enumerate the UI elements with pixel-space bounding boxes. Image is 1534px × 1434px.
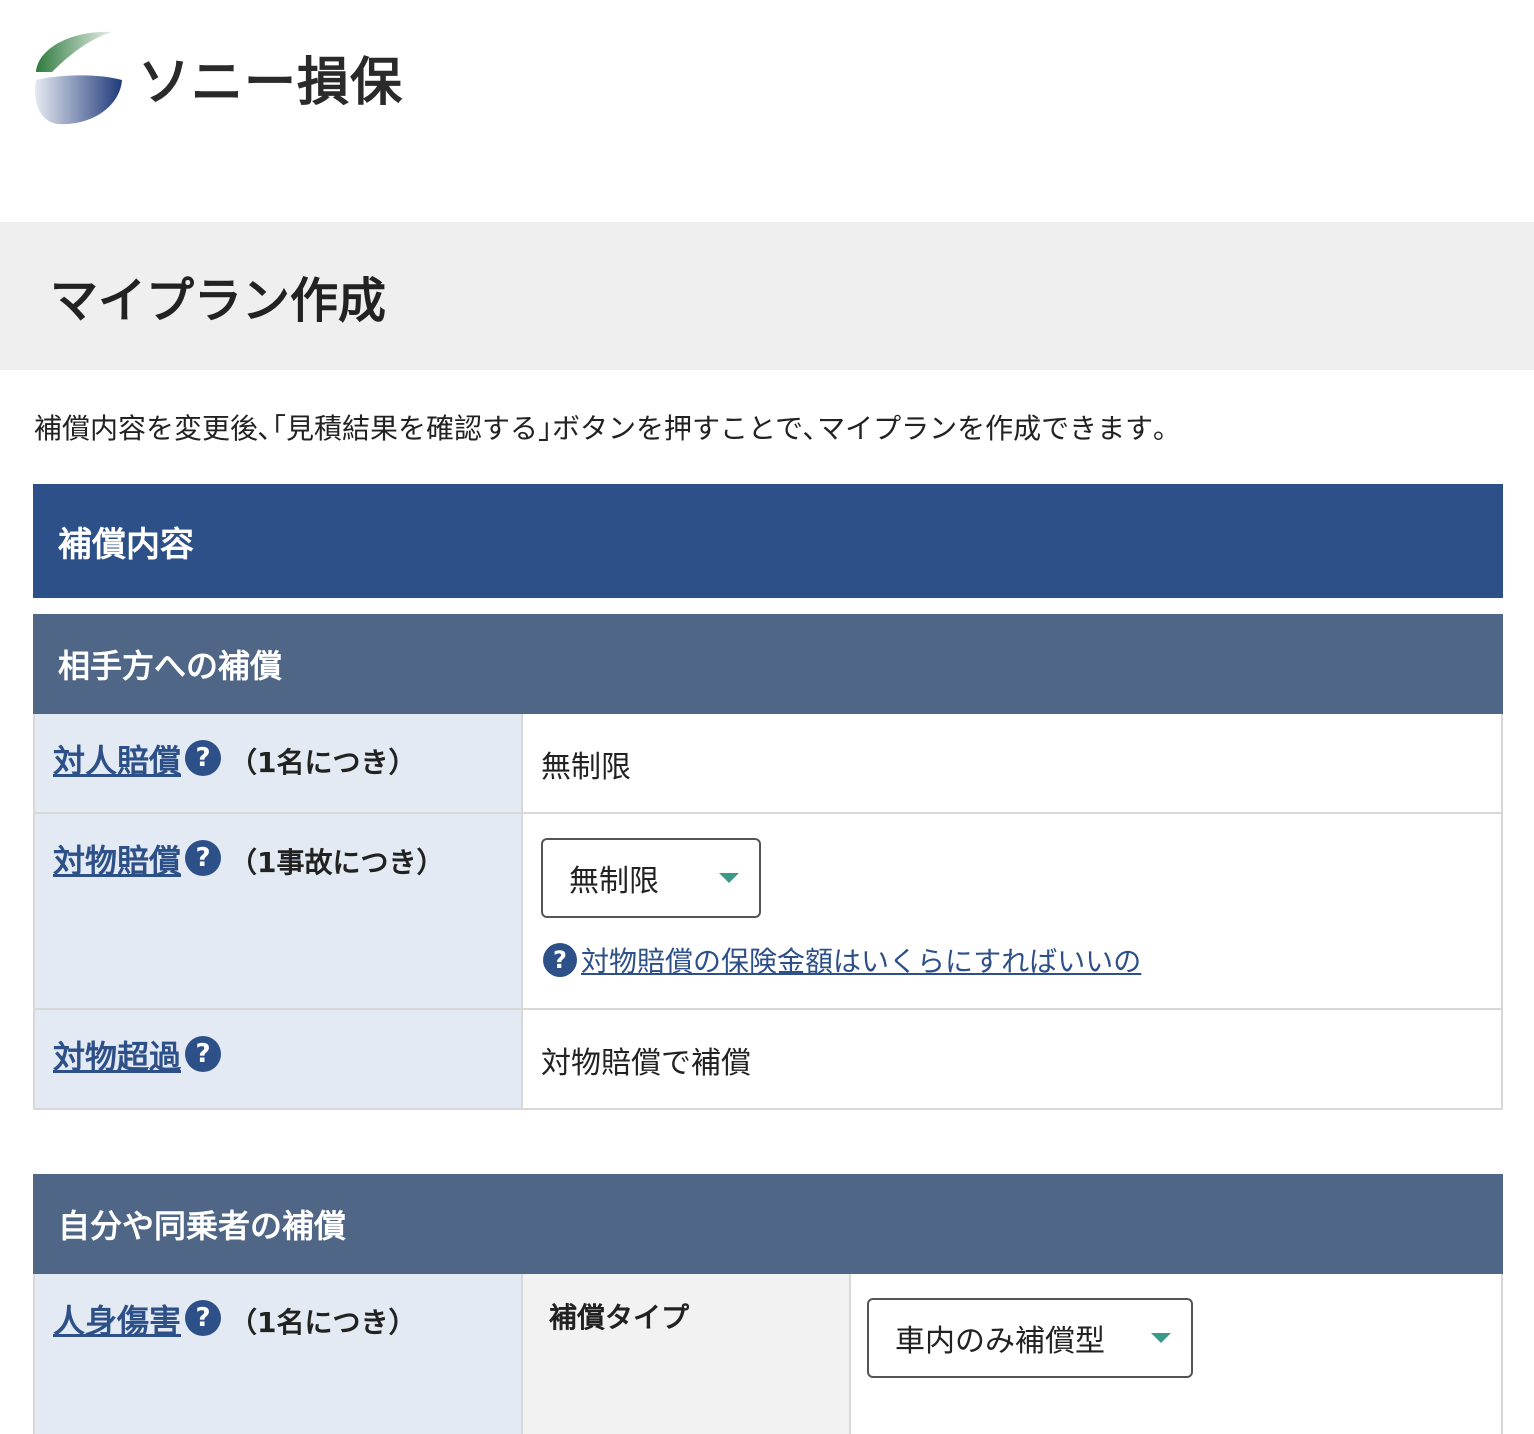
coverage-type-select[interactable]: 車内のみ補償型: [867, 1298, 1193, 1378]
sony-sonpo-logo[interactable]: ソニー損保: [32, 28, 403, 126]
self-coverage-table: 人身傷害? （1名につき） 補償タイプ 車内のみ補償型: [33, 1274, 1503, 1434]
coverage-heading: 補償内容: [33, 484, 1503, 598]
section-heading-third-party: 相手方への補償: [33, 614, 1503, 714]
caret-down-icon: [719, 873, 739, 883]
row-label: 対物賠償? （1事故につき）: [35, 814, 523, 1008]
row-label: 対人賠償? （1名につき）: [35, 714, 523, 812]
help-icon[interactable]: ?: [185, 740, 222, 776]
coverage-type-label: 補償タイプ: [523, 1274, 851, 1434]
section-heading-self-passengers: 自分や同乗者の補償: [33, 1174, 1503, 1274]
site-header: ソニー損保: [0, 0, 1534, 222]
caret-down-icon: [1151, 1333, 1171, 1343]
row-note: （1名につき）: [229, 1306, 417, 1339]
table-row: 対人賠償? （1名につき） 無制限: [35, 714, 1501, 812]
row-label: 対物超過?: [35, 1010, 523, 1108]
brand-logo-icon: [34, 31, 122, 125]
intro-text: 補償内容を変更後､｢見積結果を確認する｣ボタンを押すことで､マイプランを作成でき…: [34, 412, 1168, 445]
select-value: 無制限: [569, 864, 659, 899]
property-damage-help-link[interactable]: 対物賠償の保険金額はいくらにすればいいの: [581, 940, 1141, 980]
help-icon[interactable]: ?: [185, 1036, 222, 1072]
page-title: マイプラン作成: [50, 273, 387, 329]
table-row: 対物超過? 対物賠償で補償: [35, 1008, 1501, 1108]
third-party-coverage-table: 対人賠償? （1名につき） 無制限 対物賠償? （1事故につき） 無制限 ? 対物賠…: [33, 714, 1503, 1110]
row-value: 無制限 ? 対物賠償の保険金額はいくらにすればいいの: [523, 814, 1501, 1008]
help-icon[interactable]: ?: [185, 1300, 222, 1336]
coverage-type-value: 車内のみ補償型: [851, 1274, 1501, 1434]
row-note: （1事故につき）: [229, 846, 445, 879]
row-value: 無制限: [523, 714, 1501, 812]
term-link-bodily-injury[interactable]: 対人賠償: [53, 742, 181, 780]
table-row: 対物賠償? （1事故につき） 無制限 ? 対物賠償の保険金額はいくらにすればいいの: [35, 812, 1501, 1008]
page-title-bar: マイプラン作成: [0, 222, 1534, 370]
select-value: 車内のみ補償型: [895, 1324, 1105, 1359]
brand-name: ソニー損保: [138, 52, 404, 113]
row-value: 対物賠償で補償: [523, 1010, 1501, 1108]
personal-injury-options: 補償タイプ 車内のみ補償型: [523, 1274, 1501, 1434]
help-icon[interactable]: ?: [185, 840, 222, 876]
row-label: 人身傷害? （1名につき）: [35, 1274, 523, 1434]
property-damage-select[interactable]: 無制限: [541, 838, 761, 918]
property-damage-help: ? 対物賠償の保険金額はいくらにすればいいの: [541, 940, 1501, 980]
table-row: 人身傷害? （1名につき） 補償タイプ 車内のみ補償型: [35, 1274, 1501, 1434]
term-link-property-damage[interactable]: 対物賠償: [53, 842, 181, 880]
help-icon: ?: [543, 943, 577, 977]
term-link-excess-property[interactable]: 対物超過: [53, 1038, 181, 1076]
row-note: （1名につき）: [229, 746, 417, 779]
term-link-personal-injury[interactable]: 人身傷害: [53, 1302, 181, 1340]
